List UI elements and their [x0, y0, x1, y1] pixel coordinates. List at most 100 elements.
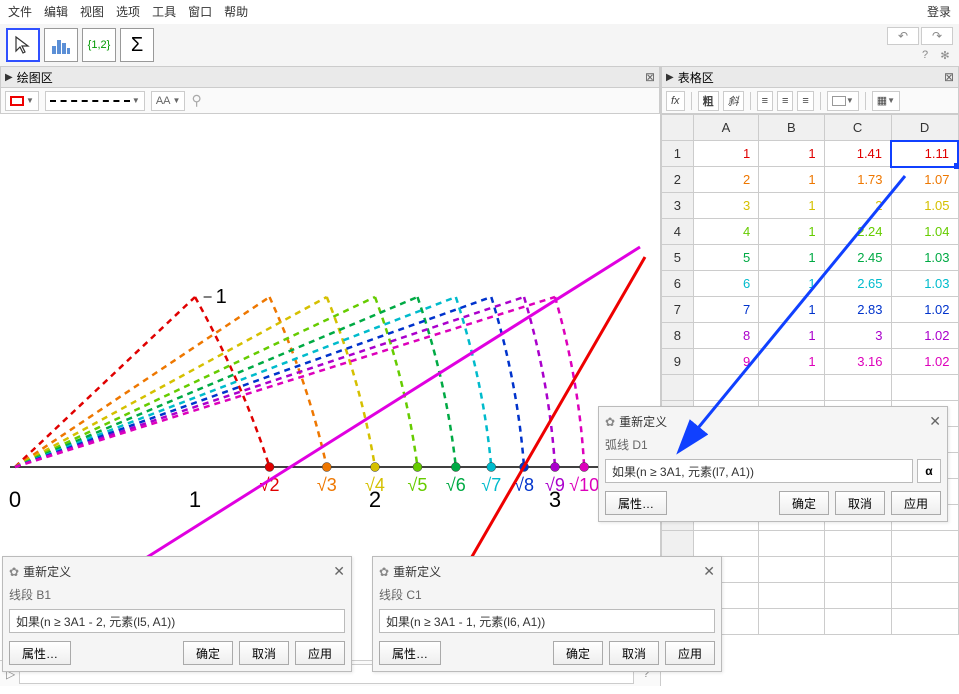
properties-button[interactable]: 属性… [379, 641, 441, 665]
redefine-input[interactable] [379, 609, 715, 633]
cell[interactable]: 9 [693, 349, 758, 375]
cell[interactable]: 2 [824, 193, 891, 219]
cell[interactable]: 1.02 [891, 297, 958, 323]
cell[interactable]: 2.24 [824, 219, 891, 245]
cell[interactable]: 1.03 [891, 271, 958, 297]
cell[interactable]: 1.04 [891, 219, 958, 245]
cell[interactable]: 1 [759, 193, 824, 219]
cell[interactable]: 1 [759, 245, 824, 271]
cell[interactable]: 2.65 [824, 271, 891, 297]
row-header[interactable]: 1 [662, 141, 694, 167]
cell[interactable]: 1.07 [891, 167, 958, 193]
cell[interactable]: 1.02 [891, 349, 958, 375]
col-header[interactable]: D [891, 115, 958, 141]
color-picker[interactable]: ▼ [5, 91, 39, 111]
row-header[interactable]: 6 [662, 271, 694, 297]
tool-histogram[interactable] [44, 28, 78, 62]
bg-color-button[interactable]: ▼ [827, 91, 859, 111]
align-center-button[interactable]: ≡ [777, 91, 793, 111]
line-style-picker[interactable]: ▼ [45, 91, 145, 111]
cell[interactable]: 1 [759, 167, 824, 193]
cell[interactable]: 2 [693, 167, 758, 193]
pin-icon[interactable]: ⚲ [191, 92, 201, 109]
help-icon[interactable]: ? [917, 47, 933, 63]
cell[interactable]: 1 [759, 323, 824, 349]
cell[interactable]: 1.05 [891, 193, 958, 219]
ok-button[interactable]: 确定 [183, 641, 233, 665]
cell[interactable]: 1.11 [891, 141, 958, 167]
redo-button[interactable]: ↷ [921, 27, 953, 45]
properties-button[interactable]: 属性… [605, 491, 667, 515]
cell[interactable]: 7 [693, 297, 758, 323]
apply-button[interactable]: 应用 [295, 641, 345, 665]
col-header[interactable]: B [759, 115, 824, 141]
alpha-button[interactable]: α [917, 459, 941, 483]
tool-list[interactable]: {1,2} [82, 28, 116, 62]
close-icon[interactable]: ⊠ [645, 70, 655, 84]
row-header[interactable]: 9 [662, 349, 694, 375]
collapse-icon[interactable]: ▶ [5, 72, 13, 83]
cell[interactable]: 3.16 [824, 349, 891, 375]
cancel-button[interactable]: 取消 [835, 491, 885, 515]
apply-button[interactable]: 应用 [665, 641, 715, 665]
apply-button[interactable]: 应用 [891, 491, 941, 515]
cell[interactable]: 4 [693, 219, 758, 245]
col-header[interactable]: A [693, 115, 758, 141]
cell[interactable]: 3 [824, 323, 891, 349]
row-header[interactable]: 3 [662, 193, 694, 219]
cell[interactable]: 6 [693, 271, 758, 297]
label-style-picker[interactable]: AA▼ [151, 91, 186, 111]
settings-icon[interactable]: ✻ [937, 47, 953, 63]
row-header[interactable]: 2 [662, 167, 694, 193]
close-icon[interactable]: ✕ [929, 413, 941, 430]
collapse-icon[interactable]: ▶ [666, 72, 674, 83]
cell[interactable]: 3 [693, 193, 758, 219]
menu-login[interactable]: 登录 [927, 3, 951, 20]
align-right-button[interactable]: ≡ [797, 91, 813, 111]
redefine-input[interactable] [9, 609, 345, 633]
tool-sum[interactable]: Σ [120, 28, 154, 62]
cell[interactable]: 1 [693, 141, 758, 167]
menu-file[interactable]: 文件 [8, 3, 32, 20]
properties-button[interactable]: 属性… [9, 641, 71, 665]
menu-edit[interactable]: 编辑 [44, 3, 68, 20]
cell[interactable]: 1 [759, 297, 824, 323]
menu-options[interactable]: 选项 [116, 3, 140, 20]
cancel-button[interactable]: 取消 [239, 641, 289, 665]
cell[interactable]: 1.02 [891, 323, 958, 349]
tool-move[interactable] [6, 28, 40, 62]
cell[interactable]: 1 [759, 349, 824, 375]
close-icon[interactable]: ✕ [703, 563, 715, 580]
fx-button[interactable]: fx [666, 91, 685, 111]
close-icon[interactable]: ✕ [333, 563, 345, 580]
ok-button[interactable]: 确定 [553, 641, 603, 665]
bold-button[interactable]: 粗 [698, 91, 719, 111]
col-header[interactable]: C [824, 115, 891, 141]
menu-view[interactable]: 视图 [80, 3, 104, 20]
cell[interactable]: 1.03 [891, 245, 958, 271]
redefine-input[interactable] [605, 459, 913, 483]
italic-button[interactable]: 斜 [723, 91, 744, 111]
cell[interactable]: 1.73 [824, 167, 891, 193]
row-header[interactable]: 7 [662, 297, 694, 323]
close-icon[interactable]: ⊠ [944, 70, 954, 84]
cell[interactable]: 2.45 [824, 245, 891, 271]
cancel-button[interactable]: 取消 [609, 641, 659, 665]
border-button[interactable]: ▦▼ [872, 91, 900, 111]
menu-tools[interactable]: 工具 [152, 3, 176, 20]
row-header[interactable]: 4 [662, 219, 694, 245]
cell[interactable]: 5 [693, 245, 758, 271]
row-header[interactable]: 5 [662, 245, 694, 271]
cell[interactable]: 2.83 [824, 297, 891, 323]
menu-window[interactable]: 窗口 [188, 3, 212, 20]
undo-button[interactable]: ↶ [887, 27, 919, 45]
cell[interactable]: 1 [759, 271, 824, 297]
cell[interactable]: 1.41 [824, 141, 891, 167]
cell[interactable]: 1 [759, 219, 824, 245]
align-left-button[interactable]: ≡ [757, 91, 773, 111]
ok-button[interactable]: 确定 [779, 491, 829, 515]
row-header[interactable]: 8 [662, 323, 694, 349]
cell[interactable]: 1 [759, 141, 824, 167]
cell[interactable]: 8 [693, 323, 758, 349]
menu-help[interactable]: 帮助 [224, 3, 248, 20]
